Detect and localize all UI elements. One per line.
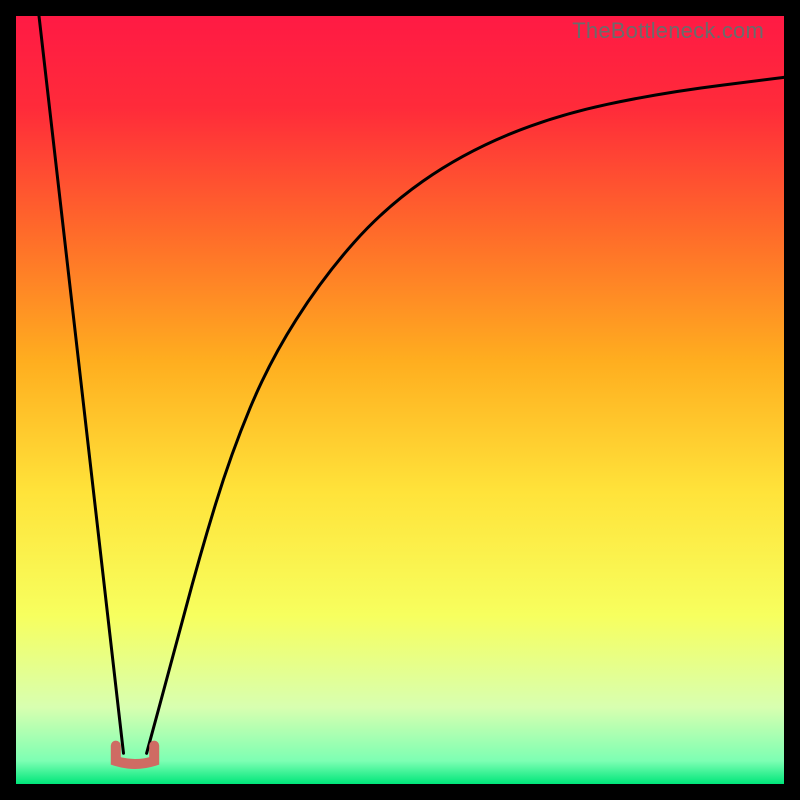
watermark-text: TheBottleneck.com: [572, 18, 764, 44]
chart-frame: TheBottleneck.com: [16, 16, 784, 784]
bottleneck-plot: [16, 16, 784, 784]
heat-gradient-bg: [16, 16, 784, 784]
